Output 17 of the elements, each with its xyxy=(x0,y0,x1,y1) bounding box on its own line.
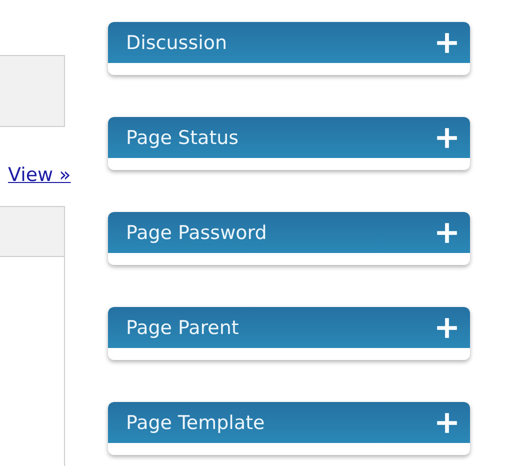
view-link[interactable]: View » xyxy=(8,164,71,186)
panel-header[interactable]: Page Parent xyxy=(108,307,470,348)
panel-title: Page Password xyxy=(126,222,267,244)
plus-icon[interactable] xyxy=(436,126,458,148)
panel-header[interactable]: Page Password xyxy=(108,212,470,253)
panel-title: Page Parent xyxy=(126,316,239,338)
panel-title: Page Template xyxy=(126,412,265,434)
panel-title: Discussion xyxy=(126,32,228,54)
plus-icon[interactable] xyxy=(436,222,458,244)
panel-header[interactable]: Discussion xyxy=(108,22,470,63)
panel-title: Page Status xyxy=(126,126,239,148)
plus-icon[interactable] xyxy=(436,316,458,338)
panel-header[interactable]: Page Template xyxy=(108,402,470,443)
plus-icon[interactable] xyxy=(436,412,458,434)
plus-icon[interactable] xyxy=(436,32,458,54)
content-box xyxy=(0,55,65,127)
panel-header[interactable]: Page Status xyxy=(108,117,470,158)
